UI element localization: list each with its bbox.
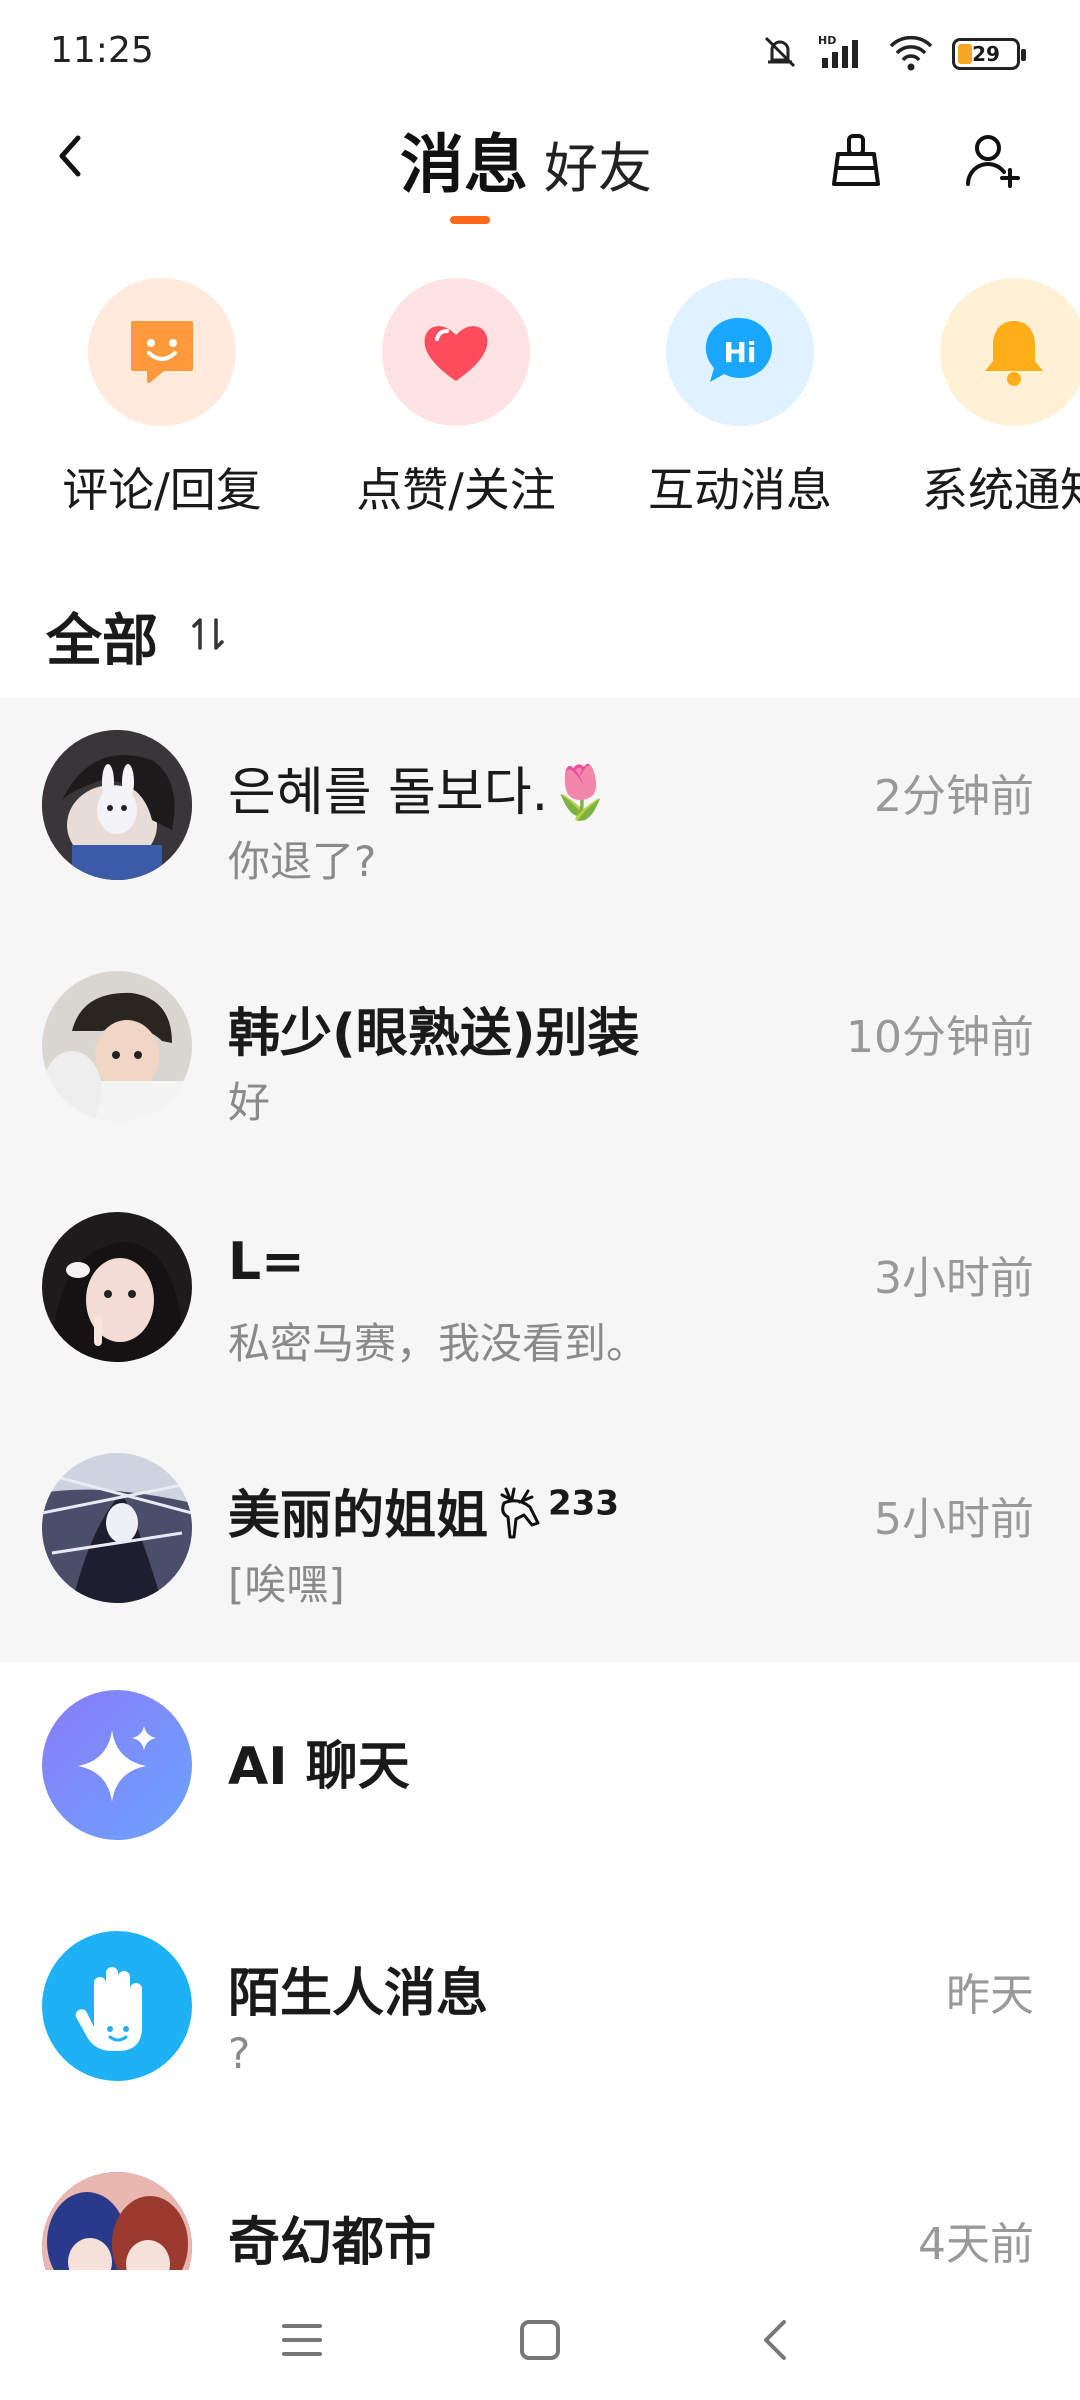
quick-system-label: 系统通知 [922,463,1080,517]
row-time: 10分钟前 [846,1012,1034,1063]
status-icons: HD 29 [760,32,1026,76]
sparkle-icon [78,1726,156,1802]
heart-circle [382,278,530,426]
back-button[interactable] [40,126,100,186]
svg-text:HD: HD [818,34,836,47]
row-time: 3小时前 [874,1253,1034,1304]
heart-icon [424,326,488,381]
list-item[interactable]: 奇幻都市 4天前 [0,2144,1080,2270]
quick-comment-reply[interactable]: 评论/回复 [52,278,272,520]
status-bar: 11:25 HD 29 [0,0,1080,100]
list-item[interactable]: L= 私密马赛，我没看到。 3小时前 [0,1180,1080,1421]
add-friend-button[interactable] [960,128,1024,192]
quick-like-follow[interactable]: 点赞/关注 [346,278,566,520]
header: 消息 好友 [0,100,1080,240]
svg-text:Hi: Hi [723,336,756,369]
tab-messages[interactable]: 消息 [400,114,528,206]
broom-icon [832,134,880,186]
status-time: 11:25 [50,30,154,71]
row-name: 奇幻都市 [228,2213,437,2270]
hand-icon [75,1967,142,2051]
list-item[interactable]: 韩少(眼熟送)别装 好 10分钟前 [0,939,1080,1180]
list-item[interactable]: 美丽的姐姐 233 [唉嘿] 5小时前 [0,1421,1080,1662]
quick-entries: 评论/回复 点赞/关注 Hi 互动消息 系统通知 [0,278,1080,538]
menu-button[interactable] [272,2310,332,2370]
hd-signal-icon: HD [818,32,870,76]
row-preview: ? [228,2029,251,2078]
row-name: AI 聊天 [228,1737,410,1797]
row-name: L= [228,1232,305,1292]
list-item-ai-chat[interactable]: AI 聊天 [0,1662,1080,1903]
quick-interaction[interactable]: Hi 互动消息 [630,278,850,520]
row-name-text: 은혜를 돌보다. [228,763,549,823]
system-nav-bar [0,2270,1080,2400]
message-list: 은혜를 돌보다.🌷 你退了? 2分钟前 韩少(眼熟送)别装 好 10分钟前 L=… [0,698,1080,2270]
sort-icon[interactable] [188,614,228,658]
name-badge: 233 [548,1483,619,1524]
quick-like-label: 点赞/关注 [356,463,556,517]
clean-button[interactable] [824,128,888,192]
comment-smile-icon [131,321,193,383]
home-icon [520,2320,560,2360]
home-button[interactable] [510,2310,570,2370]
add-friend-icon [966,135,1020,188]
battery-fill [958,44,972,64]
row-time: 5小时前 [874,1494,1034,1545]
comment-circle [88,278,236,426]
row-preview: 好 [228,1078,271,1127]
tulip-emoji: 🌷 [548,763,613,823]
section-title: 全部 [46,609,158,674]
bell-icon [985,321,1043,386]
back-nav-icon [764,2320,786,2360]
avatar [42,1212,192,1362]
row-preview: 私密马赛，我没看到。 [228,1319,649,1368]
tab-indicator [450,216,490,224]
row-name: 美丽的姐姐 233 [228,1473,619,1548]
deer-icon [500,1487,540,1539]
avatar [42,730,192,880]
battery-level: 29 [972,42,1000,66]
row-name: 陌生人消息 [228,1964,489,2024]
wifi-icon [888,32,934,76]
row-name-text: 美丽的姐姐 [228,1486,489,1546]
stranger-avatar [42,1931,192,2081]
row-time: 昨天 [946,1970,1034,2021]
battery-icon: 29 [952,38,1026,70]
quick-system-notice[interactable]: 系统通知 [904,278,1080,520]
tab-friends[interactable]: 好友 [544,124,652,203]
back-nav-button[interactable] [746,2310,806,2370]
avatar [42,971,192,1121]
quick-interaction-label: 互动消息 [648,463,832,517]
row-time: 2分钟前 [874,771,1034,822]
back-icon [59,135,81,177]
row-preview: [唉嘿] [228,1560,345,1609]
list-item[interactable]: 은혜를 돌보다.🌷 你退了? 2分钟前 [0,698,1080,939]
avatar [42,1453,192,1603]
list-item-stranger[interactable]: 陌生人消息 ? 昨天 [0,1903,1080,2144]
ai-avatar [42,1690,192,1840]
hi-circle: Hi [666,278,814,426]
menu-icon [282,2324,322,2356]
row-preview: 你退了? [228,837,377,886]
quick-comment-label: 评论/回复 [62,463,262,517]
row-name: 은혜를 돌보다.🌷 [228,750,613,825]
mute-icon [760,32,800,76]
bell-circle [940,278,1080,426]
hi-bubble-icon: Hi [705,317,772,382]
row-time: 4天前 [918,2219,1034,2270]
row-name: 韩少(眼熟送)别装 [228,1004,640,1064]
avatar [42,2172,192,2270]
